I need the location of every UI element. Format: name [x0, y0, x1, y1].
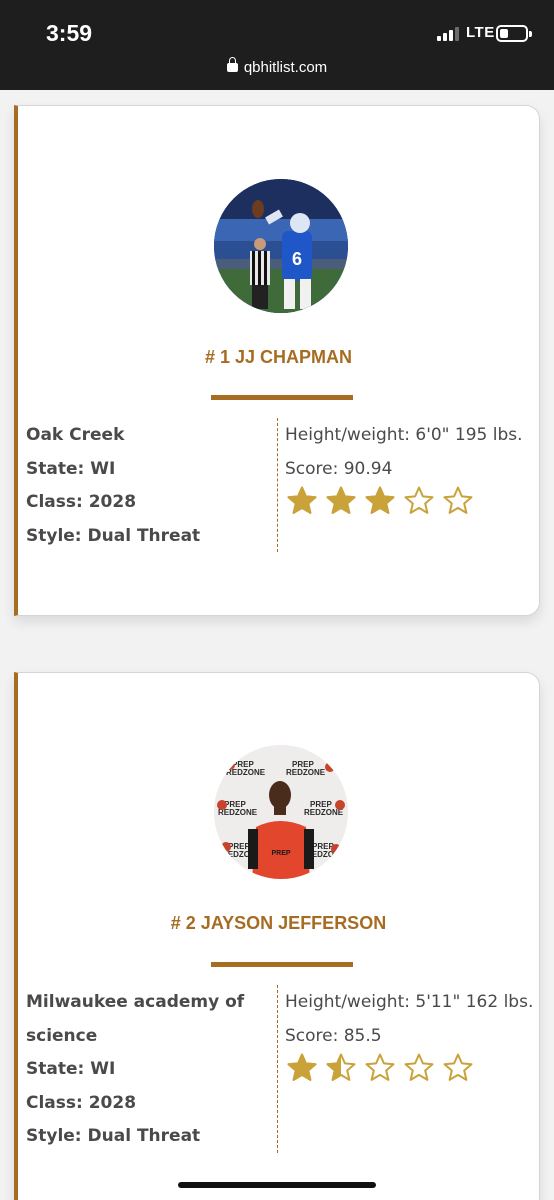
star-half-icon	[326, 1053, 356, 1081]
school: Milwaukee academy of science	[26, 992, 245, 1046]
star-empty-icon	[365, 1053, 395, 1081]
play-style: Style: Dual Threat	[26, 1126, 201, 1146]
state: State: WI	[26, 458, 116, 479]
school: Oak Creek	[26, 425, 125, 445]
name-underline	[211, 395, 353, 400]
star-filled-icon	[287, 486, 317, 514]
network-label: LTE	[466, 24, 495, 41]
height-weight: Height/weight: 6'0" 195 lbs.	[285, 425, 523, 445]
star-empty-icon	[404, 1053, 434, 1081]
player-photo: PREP REDZONE PREP REDZONE PREP REDZONE P…	[214, 745, 348, 879]
player-stats: Height/weight: 5'11" 162 lbs. Score: 85.…	[285, 986, 540, 1053]
backdrop-logo: REDZONE	[286, 768, 326, 777]
url-text: qbhitlist.com	[243, 59, 328, 76]
home-indicator[interactable]	[178, 1182, 376, 1188]
name-underline	[211, 962, 353, 967]
star-empty-icon	[404, 486, 434, 514]
player-details: Oak Creek State: WI Class: 2028 Style: D…	[26, 419, 271, 553]
address-bar[interactable]: qbhitlist.com	[0, 57, 554, 76]
score: Score: 90.94	[285, 458, 393, 479]
player-name: # 2 JAYSON JEFFERSON	[170, 913, 387, 933]
star-empty-icon	[443, 486, 473, 514]
player-card: 6 # 1 JJ CHAPMAN Oak Creek State: WI Cla…	[14, 105, 540, 616]
svg-text:6: 6	[292, 249, 302, 269]
play-style: Style: Dual Threat	[26, 525, 201, 546]
player-stats: Height/weight: 6'0" 195 lbs. Score: 90.9…	[285, 419, 540, 486]
status-bar: 3:59 LTE qbhitlist.com	[0, 0, 554, 90]
signal-icon	[437, 27, 459, 41]
player-details: Milwaukee academy of science State: WI C…	[26, 986, 271, 1154]
player-photo: 6	[214, 179, 348, 313]
jersey-logo: PREP	[271, 850, 290, 857]
player-card: PREP REDZONE PREP REDZONE PREP REDZONE P…	[14, 672, 540, 1200]
star-filled-icon	[287, 1053, 317, 1081]
star-rating	[286, 485, 474, 517]
column-divider	[277, 418, 278, 552]
height-weight: Height/weight: 5'11" 162 lbs.	[285, 992, 534, 1012]
star-empty-icon	[443, 1053, 473, 1081]
score: Score: 85.5	[285, 1025, 382, 1046]
battery-icon	[496, 25, 532, 42]
player-name: # 1 JJ CHAPMAN	[204, 347, 353, 367]
star-filled-icon	[326, 486, 356, 514]
class-year: Class: 2028	[26, 492, 137, 512]
column-divider	[277, 985, 278, 1153]
clock: 3:59	[46, 20, 93, 46]
class-year: Class: 2028	[26, 1092, 137, 1113]
state: State: WI	[26, 1059, 116, 1079]
star-filled-icon	[365, 486, 395, 514]
lock-icon	[226, 57, 238, 72]
star-rating	[286, 1052, 474, 1084]
